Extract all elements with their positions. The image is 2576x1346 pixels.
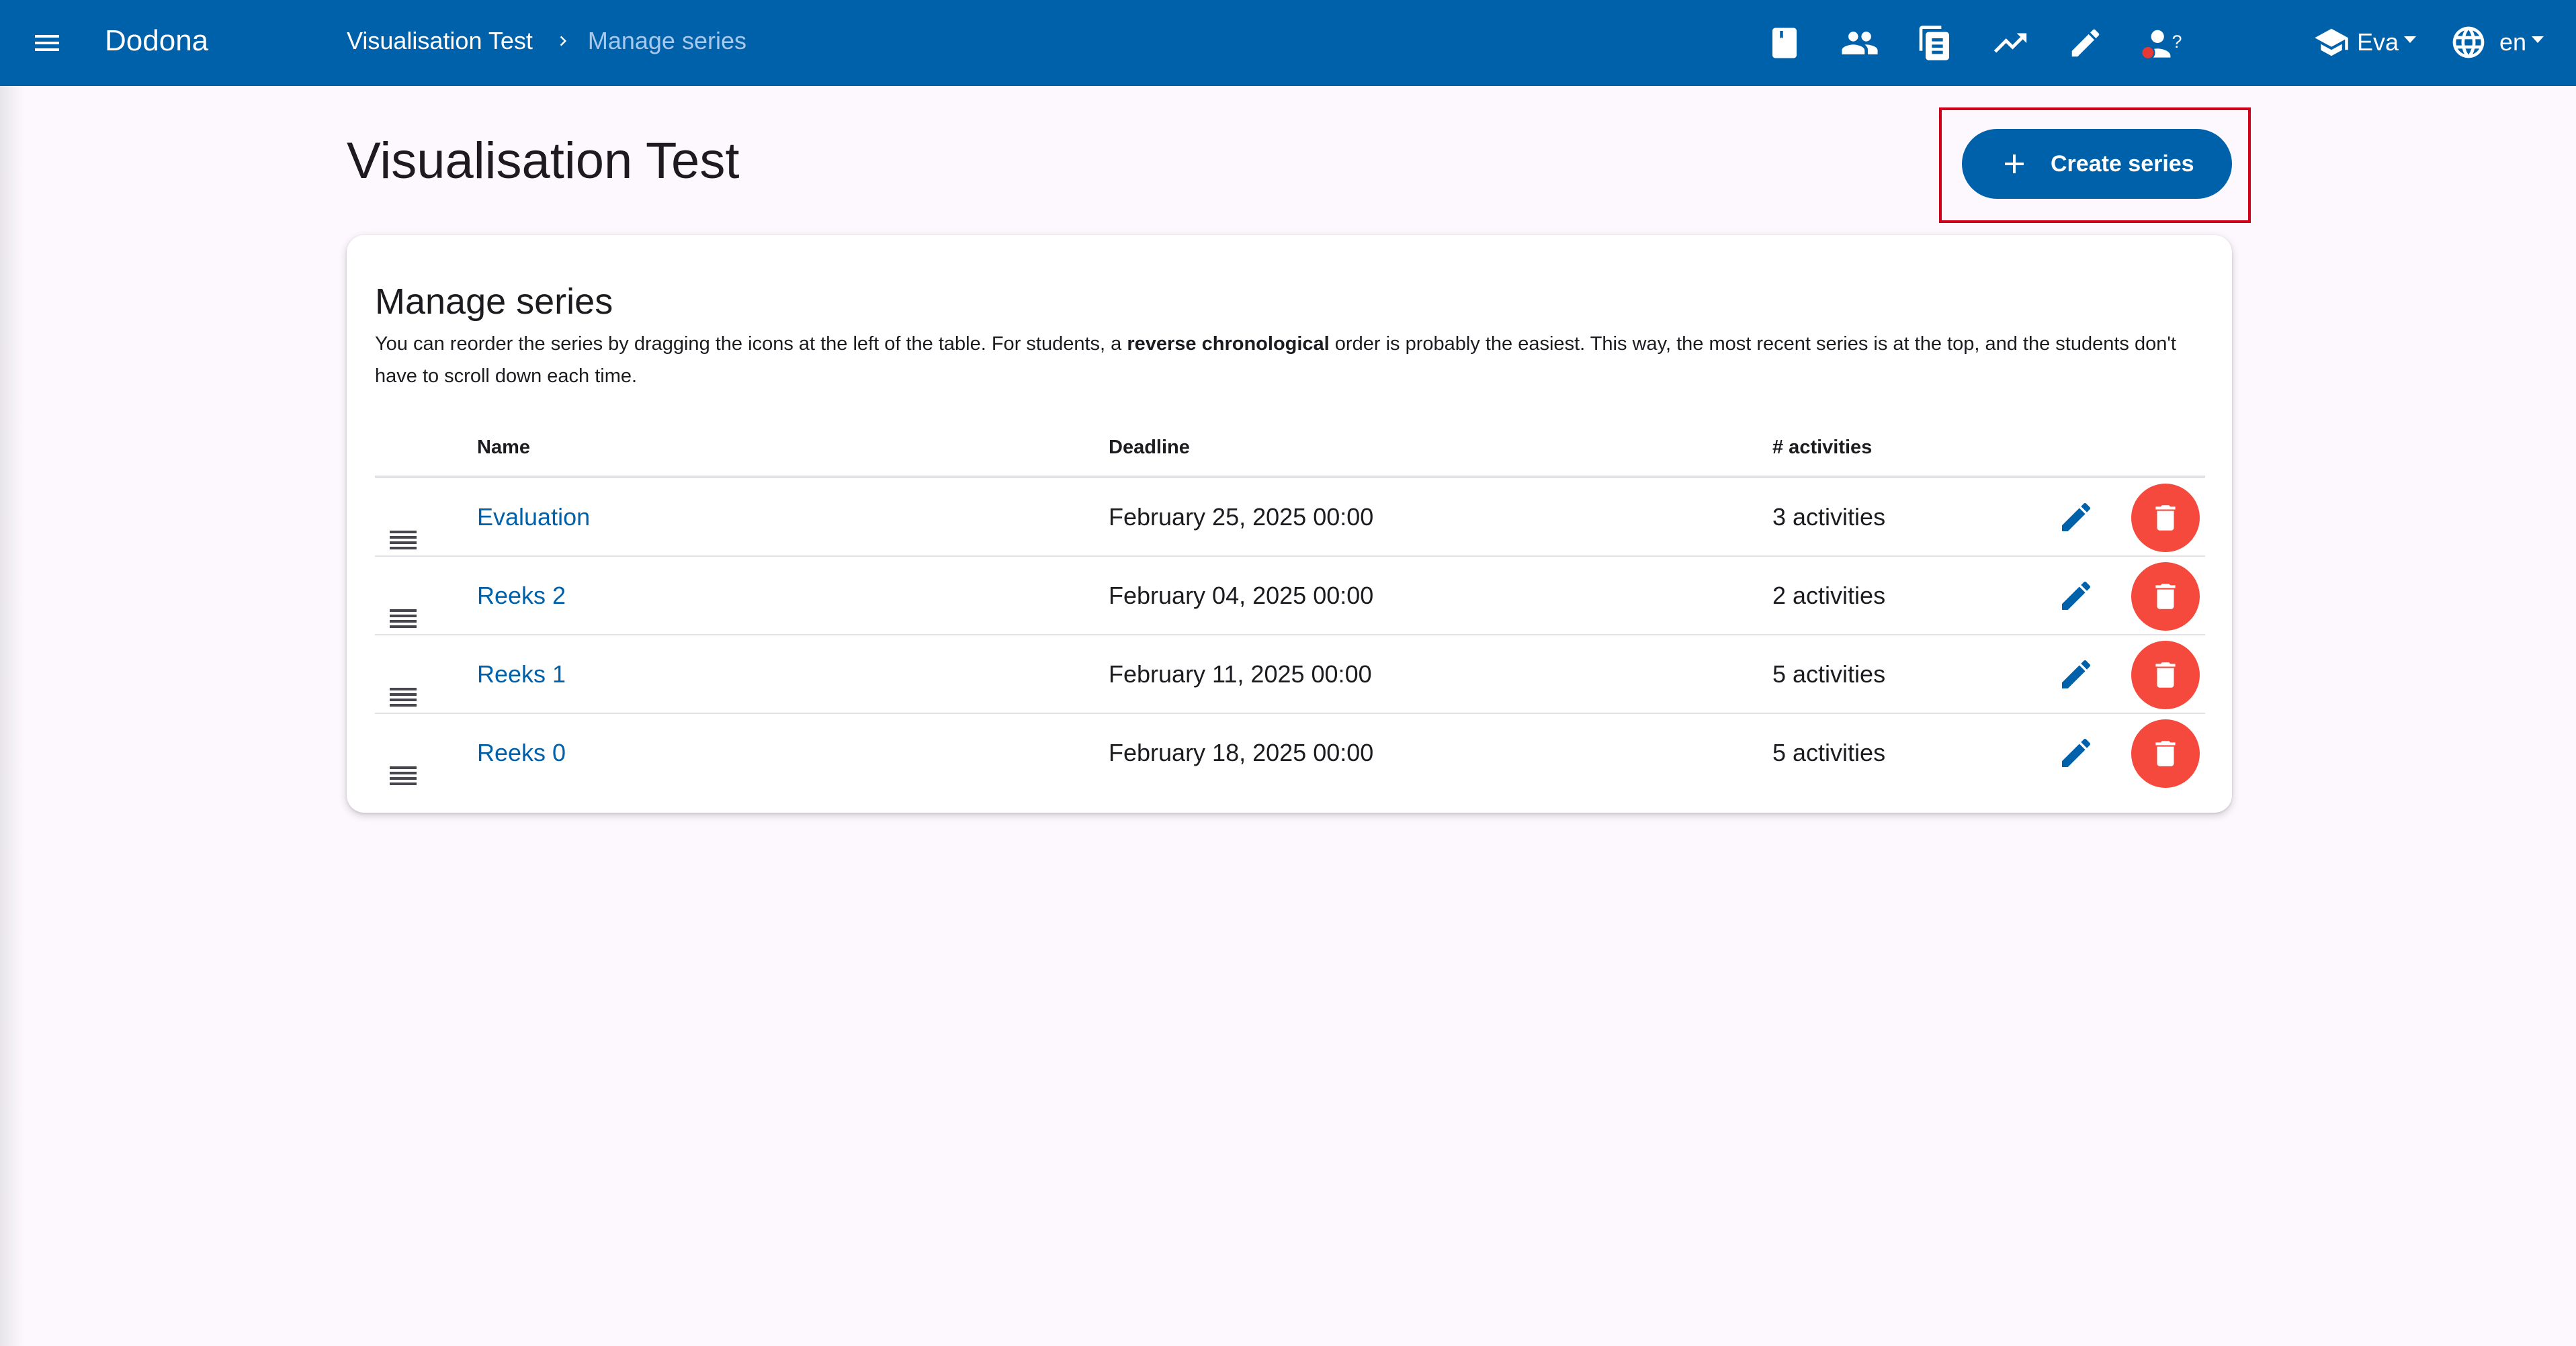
course-nav-icons: ? (1760, 19, 2212, 67)
series-name-link[interactable]: Reeks 0 (477, 714, 566, 792)
document-icon[interactable] (1911, 19, 1959, 67)
book-icon[interactable] (1760, 19, 1809, 67)
series-activity-count: 3 activities (1772, 503, 1886, 531)
users-icon[interactable] (1836, 19, 1884, 67)
language-code: en (2499, 28, 2527, 56)
table-header: Name Deadline # activities (375, 416, 2205, 478)
series-name-link[interactable]: Reeks 2 (477, 557, 566, 635)
language-menu[interactable]: en (2450, 20, 2544, 64)
left-edge-shade (0, 86, 24, 1346)
trash-icon (2155, 662, 2176, 688)
hamburger-menu-icon[interactable] (27, 23, 67, 63)
chevron-right-icon (553, 31, 573, 51)
plus-icon (1998, 148, 2030, 180)
user-name: Eva (2357, 28, 2399, 56)
card-title: Manage series (375, 281, 613, 322)
drag-handle-icon[interactable] (390, 584, 417, 628)
graduation-cap-icon (2315, 28, 2348, 56)
caret-down-icon (2532, 36, 2544, 43)
breadcrumb-course-link[interactable]: Visualisation Test (347, 27, 533, 55)
edit-pencil-icon[interactable] (2056, 733, 2096, 773)
edit-pencil-icon[interactable] (2056, 654, 2096, 694)
svg-text:?: ? (2172, 32, 2182, 52)
series-activity-count: 2 activities (1772, 582, 1886, 609)
edit-pencil-icon[interactable] (2056, 576, 2096, 616)
series-deadline: February 18, 2025 00:00 (1109, 739, 1374, 766)
edit-pencil-icon[interactable] (2056, 497, 2096, 537)
drag-handle-icon[interactable] (390, 662, 417, 707)
header-activities[interactable]: # activities (1772, 416, 1872, 478)
drag-handle-icon[interactable] (390, 505, 417, 549)
user-question-icon[interactable]: ? (2137, 19, 2185, 67)
series-name-link[interactable]: Evaluation (477, 478, 590, 556)
table-row: Reeks 0 February 18, 2025 00:00 5 activiti… (375, 714, 2205, 793)
table-row: Reeks 1 February 11, 2025 00:00 5 activiti… (375, 635, 2205, 714)
delete-button[interactable] (2131, 641, 2200, 709)
user-menu[interactable]: Eva (2311, 20, 2417, 64)
series-table: Name Deadline # activities Evaluation Feb… (375, 416, 2205, 793)
series-name-link[interactable]: Reeks 1 (477, 635, 566, 713)
delete-button[interactable] (2131, 484, 2200, 552)
create-series-button[interactable]: Create series (1962, 129, 2232, 199)
caret-down-icon (2404, 36, 2417, 43)
trash-icon (2155, 505, 2176, 531)
brand-logo-text[interactable]: Dodona (105, 24, 208, 58)
top-app-bar: Dodona Visualisation Test Manage series (0, 0, 2576, 86)
app-root: Dodona Visualisation Test Manage series (0, 0, 2576, 1346)
breadcrumb-current: Manage series (587, 27, 746, 54)
manage-series-card: Manage series You can reorder the series… (347, 235, 2232, 813)
drag-handle-icon[interactable] (390, 741, 417, 785)
header-deadline[interactable]: Deadline (1109, 416, 1190, 478)
delete-button[interactable] (2131, 562, 2200, 631)
create-series-label: Create series (2051, 150, 2194, 177)
header-name[interactable]: Name (477, 416, 530, 478)
trending-up-icon[interactable] (1986, 19, 2034, 67)
series-activity-count: 5 activities (1772, 739, 1886, 766)
series-deadline: February 04, 2025 00:00 (1109, 582, 1374, 609)
desc-text-before: You can reorder the series by dragging t… (375, 333, 1127, 355)
series-deadline: February 11, 2025 00:00 (1109, 660, 1372, 688)
series-deadline: February 25, 2025 00:00 (1109, 503, 1374, 531)
trash-icon (2155, 741, 2176, 766)
table-row: Evaluation February 25, 2025 00:00 3 activ… (375, 478, 2205, 557)
breadcrumb: Visualisation Test Manage series (347, 27, 746, 55)
desc-text-bold: reverse chronological (1127, 333, 1330, 355)
pencil-icon[interactable] (2061, 19, 2110, 67)
series-activity-count: 5 activities (1772, 660, 1886, 688)
page-title: Visualisation Test (347, 132, 740, 189)
trash-icon (2155, 584, 2176, 609)
delete-button[interactable] (2131, 719, 2200, 788)
table-row: Reeks 2 February 04, 2025 00:00 2 activiti… (375, 557, 2205, 635)
card-description: You can reorder the series by dragging t… (375, 328, 2189, 392)
table-body: Evaluation February 25, 2025 00:00 3 activ… (375, 478, 2205, 793)
globe-icon (2452, 26, 2485, 58)
